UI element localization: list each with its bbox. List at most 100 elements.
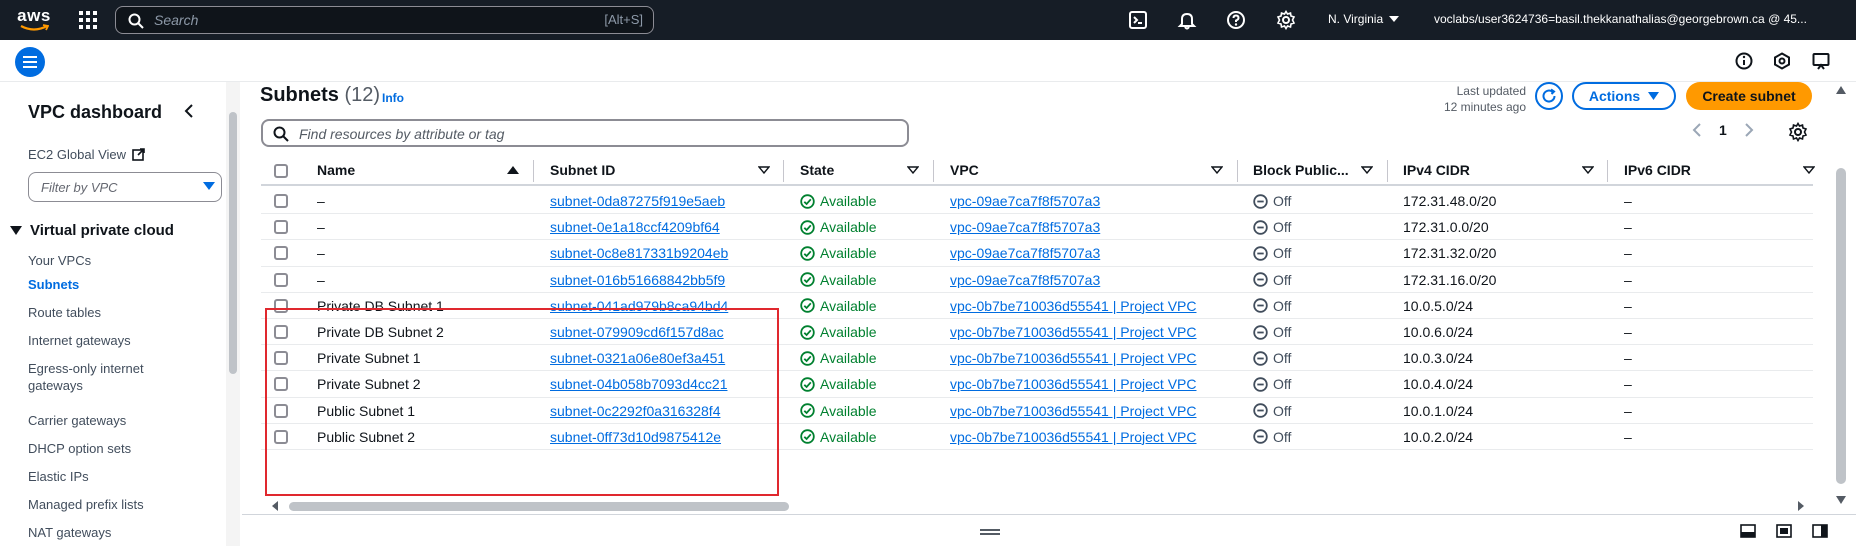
cell-vpc-link[interactable]: vpc-0b7be710036d55541 | Project VPC xyxy=(950,403,1196,419)
cell-vpc-link[interactable]: vpc-0b7be710036d55541 | Project VPC xyxy=(950,376,1196,392)
column-separator[interactable] xyxy=(783,160,784,182)
column-separator[interactable] xyxy=(933,160,934,182)
refresh-button[interactable] xyxy=(1535,82,1563,110)
column-separator[interactable] xyxy=(1237,160,1238,182)
scrollbar-thumb[interactable] xyxy=(289,502,789,511)
find-resources-input[interactable]: Find resources by attribute or tag xyxy=(261,119,909,147)
cell-subnet-id-link[interactable]: subnet-04b058b7093d4cc21 xyxy=(550,376,728,392)
row-checkbox[interactable] xyxy=(274,351,288,366)
table-row[interactable]: – subnet-0e1a18ccf4209bf64 Available vpc-09… xyxy=(261,214,1813,241)
table-row[interactable]: – subnet-016b51668842bb5f9 Available vpc-09… xyxy=(261,267,1813,293)
table-row[interactable]: Private DB Subnet 2 subnet-079909cd6f157d… xyxy=(261,319,1813,346)
sort-icon[interactable] xyxy=(1803,166,1815,174)
vpc-filter-select[interactable]: Filter by VPC xyxy=(28,172,222,202)
page-scrollbar[interactable] xyxy=(1834,86,1848,506)
chevron-right-icon[interactable] xyxy=(1745,123,1754,137)
notifications-panel-icon[interactable] xyxy=(1812,52,1830,70)
column-header-name[interactable]: Name xyxy=(317,162,355,178)
cell-subnet-id-link[interactable]: subnet-0321a06e80ef3a451 xyxy=(550,350,725,366)
sidebar-item-managed-prefix-lists[interactable]: Managed prefix lists xyxy=(28,496,198,513)
virtual-private-cloud-section[interactable]: Virtual private cloud xyxy=(10,222,174,239)
row-checkbox[interactable] xyxy=(274,325,288,339)
cell-vpc-link[interactable]: vpc-09ae7ca7f8f5707a3 xyxy=(950,219,1100,235)
scrollbar-thumb[interactable] xyxy=(229,112,237,374)
create-subnet-button[interactable]: Create subnet xyxy=(1686,82,1812,110)
sort-icon[interactable] xyxy=(1211,166,1223,174)
column-header-ipv4-cidr[interactable]: IPv4 CIDR xyxy=(1403,162,1470,178)
cell-subnet-id-link[interactable]: subnet-0ff73d10d9875412e xyxy=(550,429,721,445)
account-menu[interactable]: voclabs/user3624736=basil.thekkanathalia… xyxy=(1434,12,1807,26)
table-row[interactable]: – subnet-0da87275f919e5aeb Available vpc-09… xyxy=(261,188,1813,215)
sidebar-item-internet-gateways[interactable]: Internet gateways xyxy=(28,332,198,349)
table-row[interactable]: – subnet-0c8e817331b9204eb Available vpc-09… xyxy=(261,240,1813,267)
scroll-up-icon[interactable] xyxy=(1836,86,1846,94)
sidebar-item-egress-only-internet-gateways[interactable]: Egress-only internet gateways xyxy=(28,360,198,394)
settings-icon[interactable] xyxy=(1276,10,1296,30)
sidebar-item-dhcp-option-sets[interactable]: DHCP option sets xyxy=(28,440,198,457)
sidebar-item-elastic-ips[interactable]: Elastic IPs xyxy=(28,468,198,485)
cell-subnet-id-link[interactable]: subnet-079909cd6f157d8ac xyxy=(550,324,724,340)
ec2-global-view-link[interactable]: EC2 Global View xyxy=(28,147,145,162)
page-number[interactable]: 1 xyxy=(1719,122,1727,138)
column-separator[interactable] xyxy=(1607,160,1608,182)
row-checkbox[interactable] xyxy=(274,272,288,287)
row-checkbox[interactable] xyxy=(274,298,288,313)
sidebar-item-route-tables[interactable]: Route tables xyxy=(28,304,198,321)
table-horizontal-scrollbar[interactable] xyxy=(261,500,1813,512)
column-header-ipv6-cidr[interactable]: IPv6 CIDR xyxy=(1624,162,1691,178)
bell-icon[interactable] xyxy=(1177,10,1197,30)
table-row[interactable]: Private Subnet 2 subnet-04b058b7093d4cc21… xyxy=(261,371,1813,398)
hamburger-button[interactable] xyxy=(15,47,45,77)
column-header-vpc[interactable]: VPC xyxy=(950,162,979,178)
row-checkbox[interactable] xyxy=(274,220,288,235)
table-row[interactable]: Private DB Subnet 1 subnet-041ad979b8ca94… xyxy=(261,293,1813,319)
info-link[interactable]: Info xyxy=(382,91,404,105)
sidebar-scrollbar[interactable] xyxy=(226,82,240,546)
services-grid-icon[interactable] xyxy=(78,10,98,30)
panel-hide-icon[interactable] xyxy=(1812,524,1828,538)
cell-vpc-link[interactable]: vpc-0b7be710036d55541 | Project VPC xyxy=(950,298,1196,314)
sort-icon[interactable] xyxy=(1361,166,1373,174)
panel-bottom-icon[interactable] xyxy=(1740,524,1756,538)
scroll-left-icon[interactable] xyxy=(271,500,279,512)
panel-side-icon[interactable] xyxy=(1776,524,1792,538)
help-icon[interactable] xyxy=(1226,10,1246,30)
column-header-state[interactable]: State xyxy=(800,162,834,178)
select-all-checkbox[interactable] xyxy=(274,164,288,178)
row-checkbox[interactable] xyxy=(274,194,288,208)
row-checkbox[interactable] xyxy=(274,246,288,261)
table-row[interactable]: Public Subnet 2 subnet-0ff73d10d9875412e A… xyxy=(261,424,1813,450)
cell-vpc-link[interactable]: vpc-0b7be710036d55541 | Project VPC xyxy=(950,429,1196,445)
row-checkbox[interactable] xyxy=(274,403,288,418)
table-preferences-button[interactable] xyxy=(1788,122,1808,142)
cell-vpc-link[interactable]: vpc-0b7be710036d55541 | Project VPC xyxy=(950,324,1196,340)
cell-subnet-id-link[interactable]: subnet-041ad979b8ca94bd4 xyxy=(550,298,728,314)
info-circle-icon[interactable] xyxy=(1735,52,1753,70)
row-checkbox[interactable] xyxy=(274,377,288,392)
cell-subnet-id-link[interactable]: subnet-0c2292f0a316328f4 xyxy=(550,403,720,419)
sort-ascending-icon[interactable] xyxy=(507,166,519,174)
scrollbar-thumb[interactable] xyxy=(1836,168,1846,484)
column-header-subnet-id[interactable]: Subnet ID xyxy=(550,162,615,178)
aws-logo[interactable]: aws xyxy=(14,5,54,35)
scroll-down-icon[interactable] xyxy=(1836,496,1846,504)
sidebar-collapse-button[interactable] xyxy=(184,104,194,118)
cloudshell-icon[interactable] xyxy=(1128,10,1148,30)
global-search-input[interactable]: Search [Alt+S] xyxy=(115,6,654,34)
sidebar-item-subnets[interactable]: Subnets xyxy=(28,276,198,293)
cell-vpc-link[interactable]: vpc-09ae7ca7f8f5707a3 xyxy=(950,272,1100,288)
sort-icon[interactable] xyxy=(1582,166,1594,174)
chevron-left-icon[interactable] xyxy=(1692,123,1701,137)
column-separator[interactable] xyxy=(1387,160,1388,182)
cell-vpc-link[interactable]: vpc-09ae7ca7f8f5707a3 xyxy=(950,245,1100,261)
table-row[interactable]: Public Subnet 1 subnet-0c2292f0a316328f4 A… xyxy=(261,398,1813,424)
sort-icon[interactable] xyxy=(907,166,919,174)
sidebar-item-your-vpcs[interactable]: Your VPCs xyxy=(28,252,198,269)
cell-subnet-id-link[interactable]: subnet-016b51668842bb5f9 xyxy=(550,272,725,288)
feedback-icon[interactable] xyxy=(1773,52,1791,70)
sidebar-item-nat-gateways[interactable]: NAT gateways xyxy=(28,524,198,541)
cell-subnet-id-link[interactable]: subnet-0e1a18ccf4209bf64 xyxy=(550,219,720,235)
cell-subnet-id-link[interactable]: subnet-0da87275f919e5aeb xyxy=(550,193,725,209)
actions-button[interactable]: Actions xyxy=(1572,82,1676,110)
sidebar-item-carrier-gateways[interactable]: Carrier gateways xyxy=(28,412,198,429)
